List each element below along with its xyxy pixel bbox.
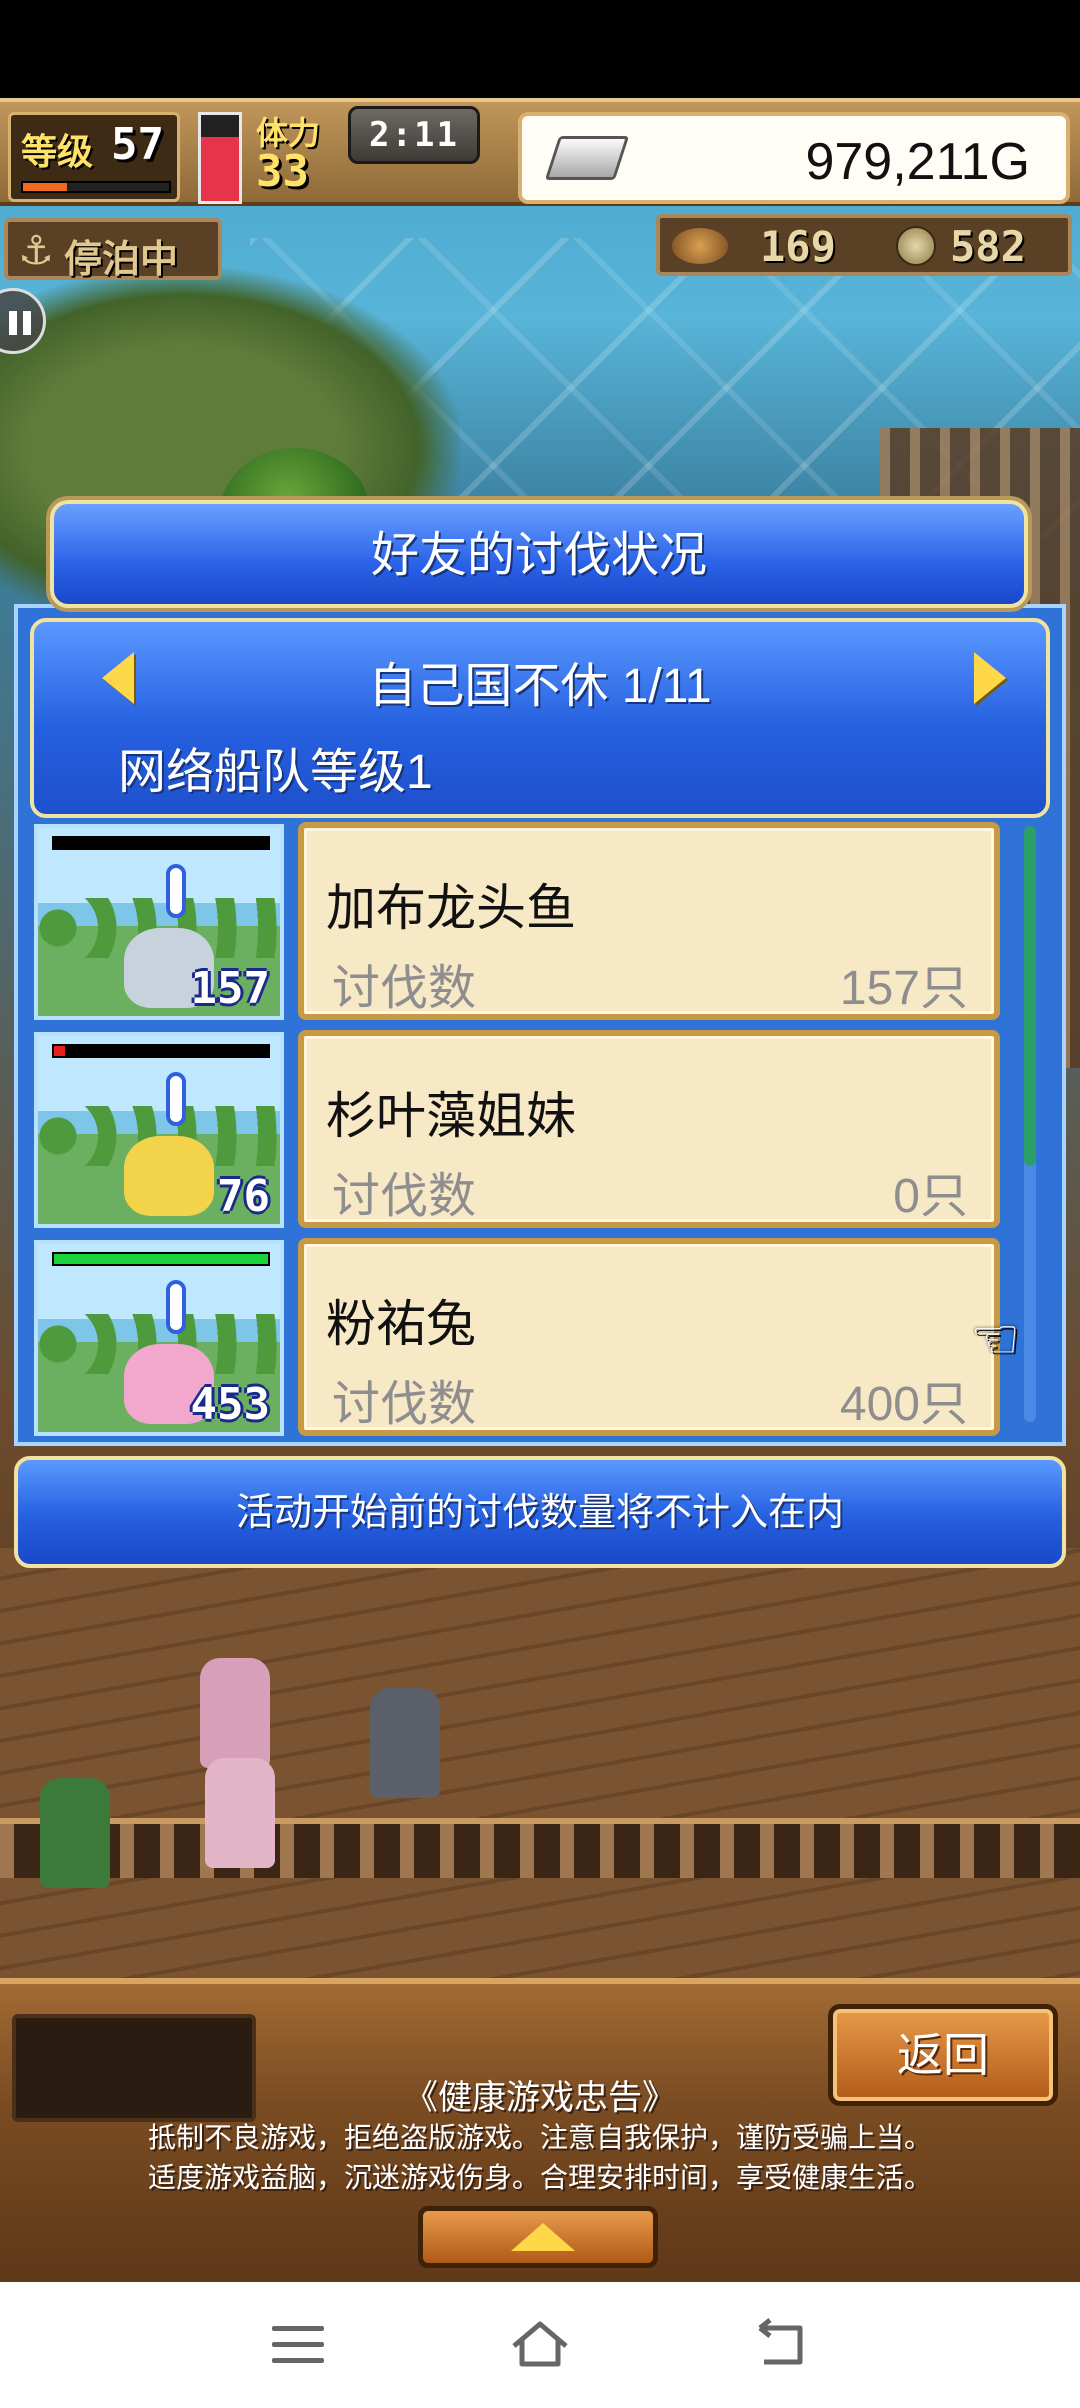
monster-name: 加布龙头鱼: [326, 880, 576, 936]
hp-bar: [52, 1044, 270, 1058]
count-badge: 76: [217, 1171, 270, 1222]
scrollbar-thumb[interactable]: [1024, 826, 1036, 1166]
count-label: 讨伐数: [332, 1378, 477, 1431]
hp-fill: [54, 1254, 268, 1264]
list-scrollbar[interactable]: [1024, 826, 1036, 1422]
notice-text: 活动开始前的讨伐数量将不计入在内: [235, 1492, 844, 1534]
anchor-status[interactable]: ⚓ 停泊中: [4, 218, 222, 281]
fleet-level: 网络船队等级1: [118, 746, 433, 799]
crew-character[interactable]: [370, 1688, 440, 1798]
expand-menu-button[interactable]: [418, 2206, 658, 2268]
health-advisory-title: 《健康游戏忠告》: [404, 2079, 676, 2117]
ticket-icon: [672, 228, 728, 264]
anchor-icon: ⚓: [18, 229, 54, 273]
system-nav-bar: [0, 2282, 1080, 2408]
home-icon[interactable]: [508, 2318, 572, 2370]
menu-icon[interactable]: [272, 2326, 324, 2366]
medal-count: 582: [950, 222, 1026, 271]
count-badge: 453: [190, 1379, 270, 1430]
friend-header: 自己国不休 1/11 网络船队等级1: [30, 618, 1050, 818]
silver-bar-icon: [544, 136, 630, 180]
level-box: 等级 57: [8, 112, 180, 202]
monster-card: 杉叶藻姐妹 讨伐数 0只: [298, 1030, 1000, 1228]
exclamation-icon: [166, 1280, 192, 1368]
medal-icon: [896, 226, 936, 266]
crew-character[interactable]: [200, 1658, 270, 1768]
crew-character[interactable]: [205, 1758, 275, 1868]
bottom-panel: 返回 《健康游戏忠告》 抵制不良游戏，拒绝盗版游戏。注意自我保护，谨防受骗上当。…: [0, 1978, 1080, 2282]
hp-fill: [54, 1046, 65, 1056]
notice-bar: 活动开始前的讨伐数量将不计入在内: [14, 1456, 1066, 1568]
count-value: 157只: [839, 962, 968, 1015]
up-arrow-icon: [511, 2223, 575, 2251]
pointing-hand-icon: ☜: [970, 1307, 1021, 1370]
hp-bar: [52, 1252, 270, 1266]
resource-bar: 169 582: [656, 214, 1072, 276]
health-advisory-line: 适度游戏益脑，沉迷游戏伤身。合理安排时间，享受健康生活。: [147, 2162, 932, 2193]
hp-bar: [52, 836, 270, 850]
crew-character[interactable]: [40, 1778, 110, 1888]
top-hud: 等级 57 体力 33 2:11 979,211G: [0, 98, 1080, 206]
monster-list[interactable]: 157 加布龙头鱼 讨伐数 157只 76 杉叶藻姐妹 讨伐数 0只 453 粉…: [30, 820, 1030, 1440]
monster-card: 加布龙头鱼 讨伐数 157只: [298, 822, 1000, 1020]
ticket-count: 169: [760, 222, 836, 271]
stamina-timer: 2:11: [348, 106, 480, 164]
dialog-title-bar: 好友的讨伐状况: [50, 500, 1028, 608]
monster-card: 粉祐兔 讨伐数 400只: [298, 1238, 1000, 1436]
stamina-fill: [201, 136, 239, 201]
deck-railing: [0, 1818, 1080, 1878]
count-label: 讨伐数: [332, 1170, 477, 1223]
monster-thumbnail: 157: [34, 824, 284, 1020]
back-icon[interactable]: [750, 2318, 810, 2370]
count-badge: 157: [190, 963, 270, 1014]
count-value: 400只: [839, 1378, 968, 1431]
level-value: 57: [111, 119, 164, 170]
monster-sprite: [124, 1136, 214, 1216]
anchor-status-label: 停泊中: [64, 239, 179, 281]
stamina-gauge: [198, 112, 242, 204]
dialog-title: 好友的讨伐状况: [370, 529, 707, 582]
count-label: 讨伐数: [332, 962, 477, 1015]
exclamation-icon: [166, 864, 192, 952]
count-value: 0只: [893, 1170, 968, 1223]
exp-bar: [21, 181, 171, 193]
monster-thumbnail: 76: [34, 1032, 284, 1228]
exp-fill: [23, 183, 67, 191]
friend-name: 自己国不休 1/11: [368, 660, 712, 713]
gold-display[interactable]: 979,211G: [518, 112, 1070, 204]
monster-name: 粉祐兔: [326, 1296, 476, 1352]
monster-name: 杉叶藻姐妹: [326, 1088, 576, 1144]
health-advisory-line: 抵制不良游戏，拒绝盗版游戏。注意自我保护，谨防受骗上当。: [147, 2122, 932, 2153]
monster-thumbnail: 453: [34, 1240, 284, 1436]
gold-value: 979,211G: [805, 133, 1030, 191]
exclamation-icon: [166, 1072, 192, 1160]
level-label: 等级: [21, 131, 94, 172]
next-arrow-icon[interactable]: [974, 652, 1006, 704]
system-status-bar: [0, 0, 1080, 98]
list-item[interactable]: 453 粉祐兔 讨伐数 400只: [30, 1236, 1030, 1436]
stamina-value: 33: [256, 146, 309, 197]
list-item[interactable]: 157 加布龙头鱼 讨伐数 157只: [30, 820, 1030, 1020]
list-item[interactable]: 76 杉叶藻姐妹 讨伐数 0只: [30, 1028, 1030, 1228]
